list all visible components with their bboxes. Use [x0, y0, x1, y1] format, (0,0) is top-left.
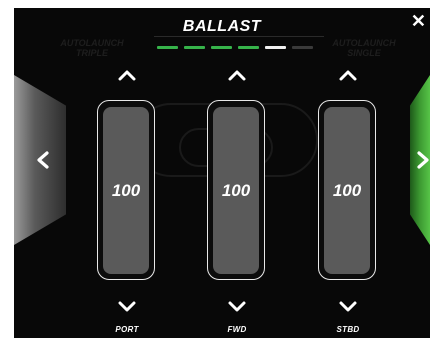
close-icon: ✕: [410, 11, 426, 31]
background-label-right: AUTOLAUNCH SINGLE: [332, 38, 396, 58]
tank-gauge[interactable]: 100: [207, 100, 265, 280]
chevron-right-icon: [417, 151, 429, 169]
chevron-left-icon: [37, 151, 49, 169]
chevron-down-icon[interactable]: [117, 300, 137, 314]
progress-segment: [292, 46, 313, 49]
tank-gauge[interactable]: 100: [97, 100, 155, 280]
progress-segment: [157, 46, 178, 49]
previous-page-button[interactable]: [14, 75, 66, 245]
chevron-down-icon[interactable]: [338, 300, 358, 314]
tank-value: 100: [111, 181, 141, 200]
tank-gauge[interactable]: 100: [318, 100, 376, 280]
tank-label: STBD: [336, 325, 360, 334]
progress-indicator: [157, 46, 313, 49]
page-title: BALLAST: [182, 18, 262, 35]
tank-label: PORT: [115, 325, 139, 334]
chevron-up-icon[interactable]: [338, 68, 358, 82]
background-label-left: AUTOLAUNCH TRIPLE: [60, 38, 124, 58]
close-button[interactable]: ✕: [411, 12, 426, 30]
progress-segment: [211, 46, 232, 49]
chevron-down-icon[interactable]: [227, 300, 247, 314]
chevron-up-icon[interactable]: [227, 68, 247, 82]
tank-value: 100: [332, 181, 362, 200]
progress-segment: [184, 46, 205, 49]
tank-label: FWD: [227, 325, 247, 334]
progress-segment: [265, 46, 286, 49]
ballast-screen: AUTOLAUNCH TRIPLE AUTOLAUNCH SINGLE BALL…: [14, 8, 430, 338]
progress-segment: [238, 46, 259, 49]
title-divider: [154, 36, 324, 37]
tank-value: 100: [221, 181, 251, 200]
chevron-up-icon[interactable]: [117, 68, 137, 82]
next-page-button[interactable]: [410, 75, 430, 245]
